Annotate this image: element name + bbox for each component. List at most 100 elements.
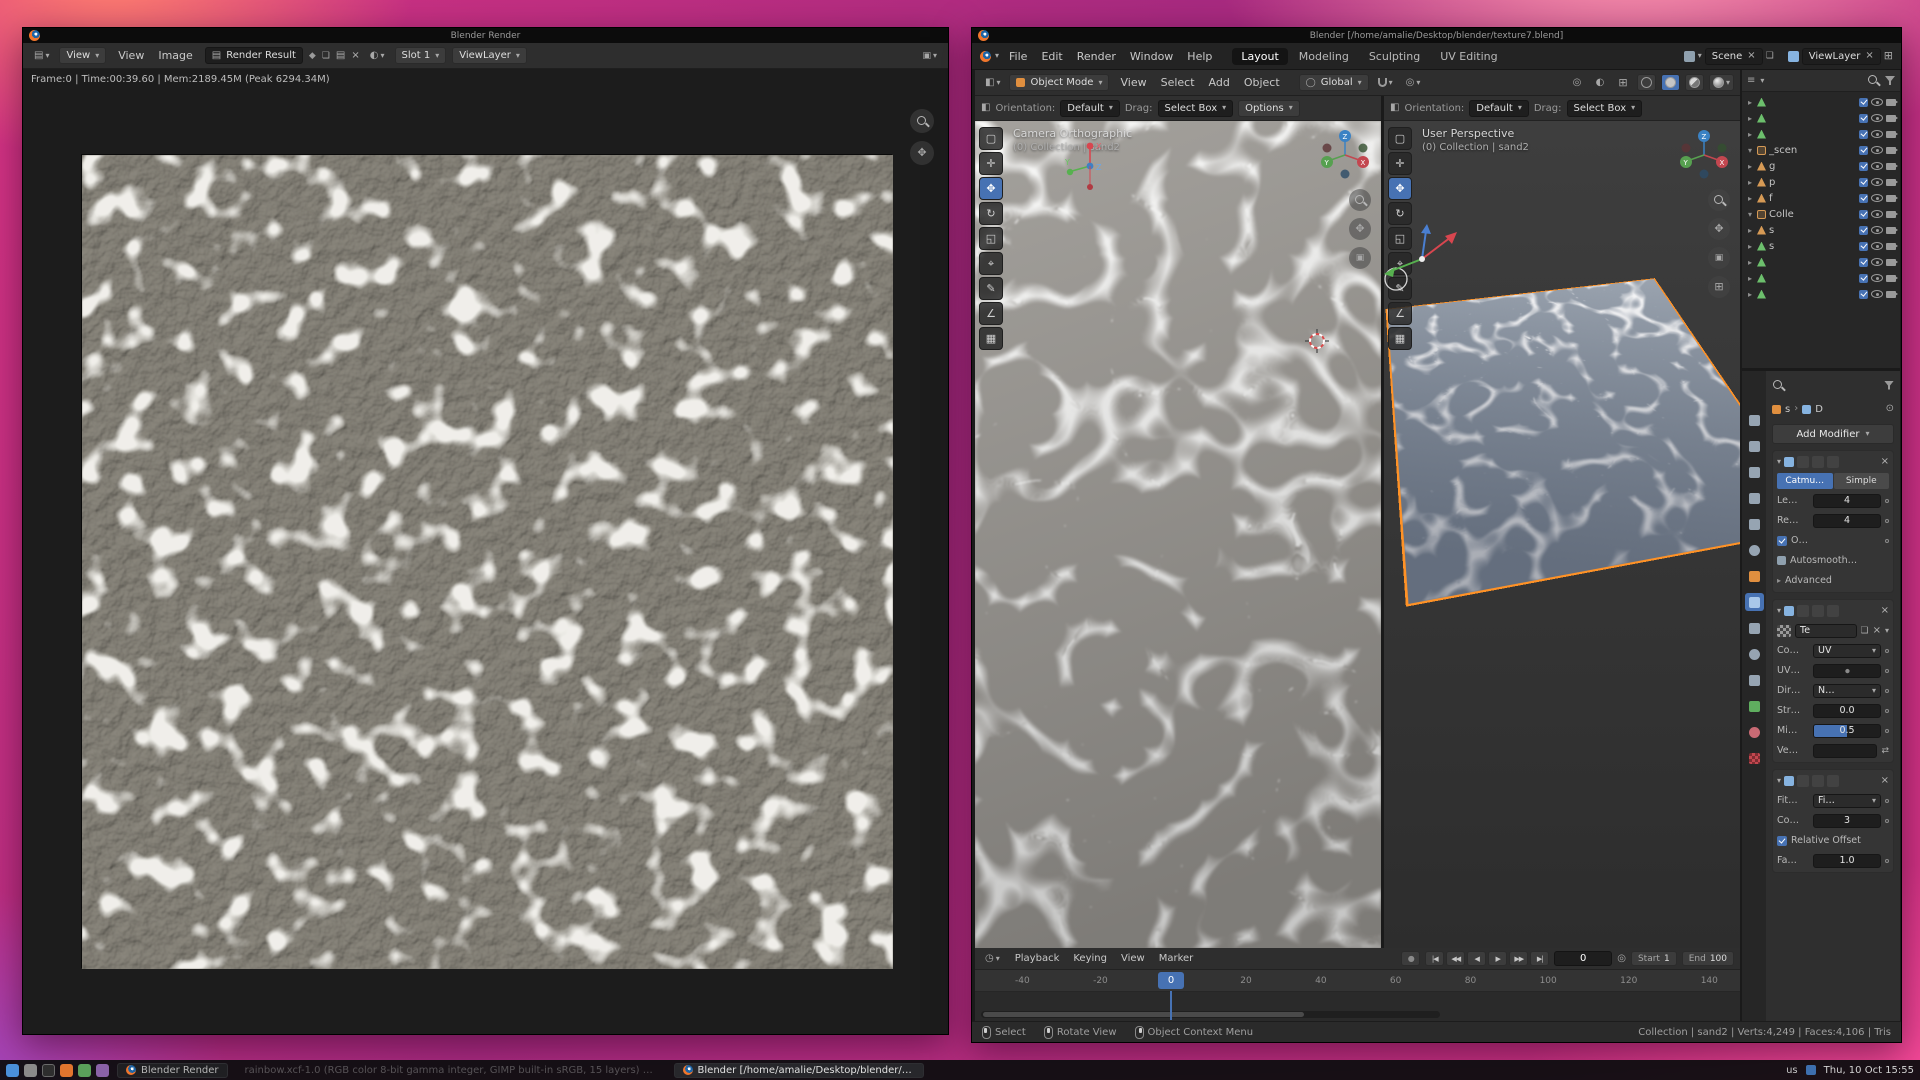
selectability-checkbox[interactable] [1859,290,1868,299]
realtime-toggle-icon[interactable] [1812,775,1824,787]
active-tool-icon[interactable] [1390,103,1399,113]
factor-field[interactable]: 1.0 [1813,854,1881,868]
catmull-clark-button[interactable]: Catmu… [1777,473,1833,489]
viewport-tool-button[interactable]: ◱ [979,227,1003,250]
perspective-viewport-canvas[interactable]: ▢✛✥↻◱⌖✎∠▦ User Perspective (0) Collectio… [1384,121,1740,948]
levels-field[interactable]: 4 [1813,494,1881,508]
disclosure-triangle-icon[interactable]: ▸ [1746,290,1754,299]
new-image-icon[interactable] [322,51,330,61]
disclosure-triangle-icon[interactable]: ▸ [1746,242,1754,251]
outliner-row[interactable]: ▸ [1742,270,1900,286]
visibility-eye-icon[interactable] [1871,130,1883,138]
selectability-checkbox[interactable] [1859,258,1868,267]
options-dropdown[interactable]: Options [1238,100,1300,117]
shading-solid-button[interactable] [1661,74,1680,91]
viewport-tool-button[interactable]: ✥ [979,177,1003,200]
outliner-row[interactable]: ▸ g [1742,158,1900,174]
advanced-section-row[interactable]: ▸ Advanced [1777,572,1889,589]
mode-dropdown[interactable]: Object Mode [1009,74,1109,91]
visibility-eye-icon[interactable] [1871,146,1883,154]
editor-type-button[interactable] [981,74,1004,91]
render-levels-field[interactable]: 4 [1813,514,1881,528]
disclosure-triangle-icon[interactable]: ▸ [1746,258,1754,267]
edit-mode-toggle-icon[interactable] [1797,775,1809,787]
collapse-icon[interactable] [1777,776,1781,786]
edit-mode-toggle-icon[interactable] [1797,456,1809,468]
view-layer-selector[interactable]: ViewLayer [1802,48,1881,65]
transport-button[interactable]: ▶| [1530,951,1549,966]
playhead[interactable]: 0 [1158,972,1184,989]
visibility-eye-icon[interactable] [1871,194,1883,202]
taskbar-launcher-icon[interactable] [96,1064,109,1077]
render-visibility-camera-icon[interactable] [1886,163,1896,170]
animate-dot-icon[interactable] [1885,689,1889,693]
menu-item[interactable]: Object [1238,74,1286,91]
menu-item[interactable]: Playback [1009,951,1066,966]
zoom-button[interactable] [910,109,934,133]
taskbar-launcher-icon[interactable] [42,1064,55,1077]
properties-tab[interactable] [1745,671,1764,689]
properties-tab[interactable] [1745,697,1764,715]
frame-end-field[interactable]: End100 [1682,951,1734,966]
visibility-eye-icon[interactable] [1871,98,1883,106]
render-visibility-camera-icon[interactable] [1886,147,1896,154]
outliner-row[interactable]: ▸ [1742,286,1900,302]
scene-selector[interactable]: Scene [1705,48,1763,65]
unlink-image-icon[interactable] [351,51,359,61]
properties-tab[interactable] [1745,723,1764,741]
frame-start-field[interactable]: Start1 [1631,951,1677,966]
fake-user-icon[interactable] [309,51,316,61]
navigation-gizmo[interactable]: Z X Y [1676,127,1732,183]
transform-orientation-dropdown[interactable]: Global [1299,74,1369,91]
menu-item[interactable]: Edit [1035,48,1068,65]
realtime-toggle-icon[interactable] [1812,456,1824,468]
main-window-titlebar[interactable]: Blender [/home/amalie/Desktop/blender/te… [972,28,1901,43]
menu-item[interactable]: Window [1124,48,1179,65]
properties-tab[interactable] [1745,541,1764,559]
modifier-header[interactable] [1777,603,1889,619]
snapping-button[interactable] [1374,74,1397,91]
disclosure-triangle-icon[interactable]: ▸ [1746,226,1754,235]
taskbar-launcher-icon[interactable] [60,1064,73,1077]
optimal-display-checkbox[interactable] [1777,536,1787,546]
transport-button[interactable]: |◀ [1425,951,1444,966]
disclosure-triangle-icon[interactable]: ▸ [1746,162,1754,171]
drag-dropdown[interactable]: Select Box [1158,100,1234,117]
viewport-tool-button[interactable]: ▢ [979,127,1003,150]
scrollbar-thumb[interactable] [983,1012,1304,1017]
visibility-eye-icon[interactable] [1871,114,1883,122]
render-visibility-camera-icon[interactable] [1886,275,1896,282]
visibility-eye-icon[interactable] [1871,242,1883,250]
render-visibility-camera-icon[interactable] [1886,179,1896,186]
transport-button[interactable]: ◀ [1467,951,1486,966]
edit-mode-toggle-icon[interactable] [1797,605,1809,617]
visibility-eye-icon[interactable] [1871,162,1883,170]
render-visibility-camera-icon[interactable] [1886,211,1896,218]
properties-tab[interactable] [1745,619,1764,637]
disclosure-triangle-icon[interactable]: ▸ [1746,130,1754,139]
move-gizmo[interactable] [1384,217,1468,301]
timeline-scrollbar[interactable] [981,1011,1440,1018]
disclosure-triangle-icon[interactable]: ▾ [1746,146,1754,155]
selectability-checkbox[interactable] [1859,178,1868,187]
delete-modifier-icon[interactable] [1881,776,1889,786]
zoom-button[interactable] [1349,189,1371,211]
visibility-eye-icon[interactable] [1871,258,1883,266]
selectability-checkbox[interactable] [1859,114,1868,123]
viewport-tool-button[interactable]: ✛ [979,152,1003,175]
render-visibility-camera-icon[interactable] [1886,243,1896,250]
properties-tab[interactable] [1745,645,1764,663]
properties-tab[interactable] [1745,411,1764,429]
properties-tab[interactable] [1745,463,1764,481]
selectability-checkbox[interactable] [1859,274,1868,283]
selectability-checkbox[interactable] [1859,146,1868,155]
editor-mode-dropdown[interactable]: View [59,47,106,64]
render-toggle-icon[interactable] [1827,775,1839,787]
texture-datablock-field[interactable]: Te [1795,624,1857,638]
animate-dot-icon[interactable] [1885,539,1889,543]
close-icon[interactable] [1865,51,1873,61]
outliner-row[interactable]: ▸ f [1742,190,1900,206]
image-editor-canvas[interactable]: Frame:0 | Time:00:39.60 | Mem:2189.45M (… [23,69,948,1034]
display-mode-icon[interactable] [1747,76,1755,86]
collapse-icon[interactable] [1777,606,1781,616]
